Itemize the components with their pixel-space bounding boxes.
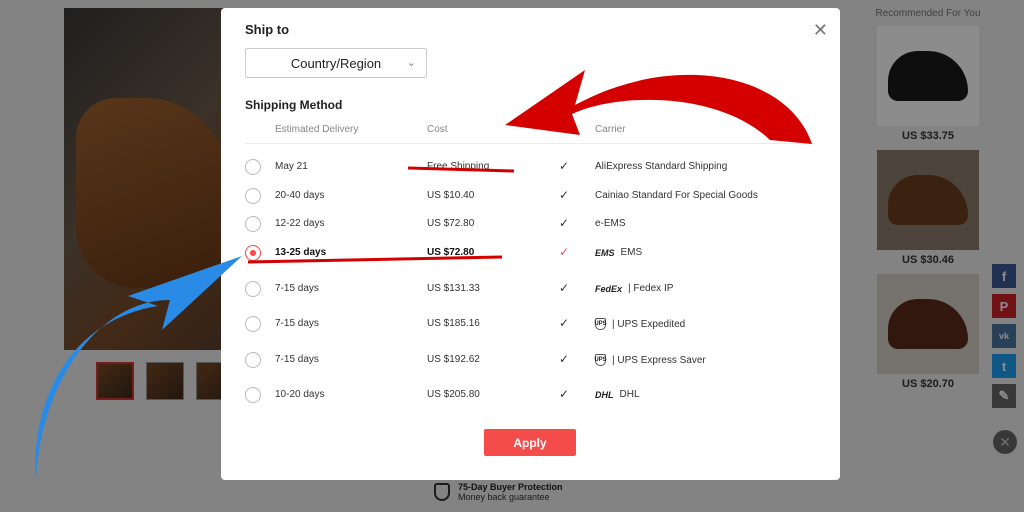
- shipping-option-radio[interactable]: [245, 159, 261, 175]
- check-icon: ✓: [559, 159, 570, 173]
- carrier: UPS | UPS Expedited: [594, 318, 686, 330]
- country-select-value: Country/Region: [290, 55, 382, 71]
- shipping-option-radio[interactable]: [245, 387, 261, 403]
- header-cost: Cost: [427, 124, 448, 135]
- shipping-cost: US $131.33: [427, 283, 480, 294]
- ems-logo-icon: EMS: [595, 247, 615, 258]
- shipping-table-header: Estimated Delivery Cost Carrier: [245, 122, 815, 144]
- shipping-method-title: Shipping Method: [245, 98, 343, 112]
- close-icon[interactable]: ✕: [813, 20, 828, 41]
- shipping-modal: ✕ Ship to Country/Region ⌄ Shipping Meth…: [221, 8, 840, 480]
- carrier: EMS EMS: [595, 247, 642, 258]
- shipping-option-radio[interactable]: [245, 281, 261, 297]
- carrier: AliExpress Standard Shipping: [595, 161, 727, 172]
- shipping-option-radio[interactable]: [245, 245, 261, 261]
- shipping-cost: US $205.80: [427, 389, 480, 400]
- chevron-down-icon: ⌄: [406, 57, 416, 69]
- fedex-logo-icon: FedEx: [595, 283, 623, 294]
- shipping-cost: US $10.40: [427, 190, 475, 201]
- carrier-name: | UPS Expedited: [612, 318, 686, 330]
- shipping-cost: US $192.62: [427, 354, 480, 365]
- ship-to-label: Ship to: [245, 22, 290, 37]
- delivery-estimate: 20-40 days: [275, 190, 325, 201]
- delivery-estimate: 7-15 days: [275, 283, 319, 294]
- check-icon: ✓: [559, 352, 570, 366]
- ups-logo-icon: UPS: [594, 318, 607, 330]
- carrier: Cainiao Standard For Special Goods: [595, 190, 758, 201]
- delivery-estimate: 7-15 days: [275, 318, 319, 329]
- shipping-cost: US $185.16: [427, 318, 480, 329]
- carrier: UPS | UPS Express Saver: [594, 354, 706, 366]
- carrier: FedEx | Fedex IP: [595, 283, 673, 294]
- ups-logo-icon: UPS: [594, 354, 607, 366]
- carrier-name: EMS: [620, 247, 643, 258]
- shipping-option-radio[interactable]: [245, 352, 261, 368]
- header-delivery: Estimated Delivery: [275, 124, 359, 135]
- apply-button[interactable]: Apply: [484, 429, 576, 456]
- dhl-logo-icon: DHL: [595, 389, 614, 400]
- carrier: DHL DHL: [595, 389, 640, 400]
- country-select[interactable]: Country/Region ⌄: [245, 48, 427, 78]
- shipping-option-radio[interactable]: [245, 216, 261, 232]
- shipping-option-row[interactable]: 13-25 days US $72.80 ✓ EMS EMS: [245, 239, 815, 267]
- shipping-option-row[interactable]: 12-22 days US $72.80 ✓ e-EMS: [245, 210, 815, 238]
- shipping-option-radio[interactable]: [245, 188, 261, 204]
- carrier-name: | Fedex IP: [628, 283, 674, 294]
- check-icon: ✓: [559, 316, 570, 330]
- shipping-option-row[interactable]: 7-15 days US $131.33 ✓ FedEx | Fedex IP: [245, 275, 815, 303]
- shipping-cost: US $72.80: [427, 218, 475, 229]
- shipping-cost: US $72.80: [427, 247, 475, 258]
- delivery-estimate: 7-15 days: [275, 354, 319, 365]
- shipping-option-radio[interactable]: [245, 316, 261, 332]
- carrier-name: e-EMS: [595, 218, 626, 229]
- delivery-estimate: 10-20 days: [275, 389, 325, 400]
- delivery-estimate: May 21: [275, 161, 308, 172]
- check-icon: ✓: [559, 281, 570, 295]
- shipping-cost: Free Shipping: [427, 161, 490, 172]
- carrier-name: DHL: [619, 389, 640, 400]
- check-icon: ✓: [559, 387, 570, 401]
- header-carrier: Carrier: [595, 124, 626, 135]
- shipping-option-row[interactable]: 7-15 days US $192.62 ✓ UPS | UPS Express…: [245, 346, 815, 374]
- check-icon: ✓: [559, 245, 570, 259]
- carrier: e-EMS: [595, 218, 626, 229]
- shipping-option-row[interactable]: 10-20 days US $205.80 ✓ DHL DHL: [245, 381, 815, 409]
- carrier-name: Cainiao Standard For Special Goods: [595, 190, 758, 201]
- shipping-option-row[interactable]: May 21 Free Shipping ✓ AliExpress Standa…: [245, 153, 815, 181]
- shipping-option-row[interactable]: 20-40 days US $10.40 ✓ Cainiao Standard …: [245, 182, 815, 210]
- check-icon: ✓: [559, 188, 570, 202]
- shipping-option-row[interactable]: 7-15 days US $185.16 ✓ UPS | UPS Expedit…: [245, 310, 815, 338]
- check-icon: ✓: [559, 216, 570, 230]
- delivery-estimate: 12-22 days: [275, 218, 325, 229]
- carrier-name: AliExpress Standard Shipping: [595, 161, 728, 172]
- delivery-estimate: 13-25 days: [275, 247, 327, 258]
- carrier-name: | UPS Express Saver: [612, 354, 706, 366]
